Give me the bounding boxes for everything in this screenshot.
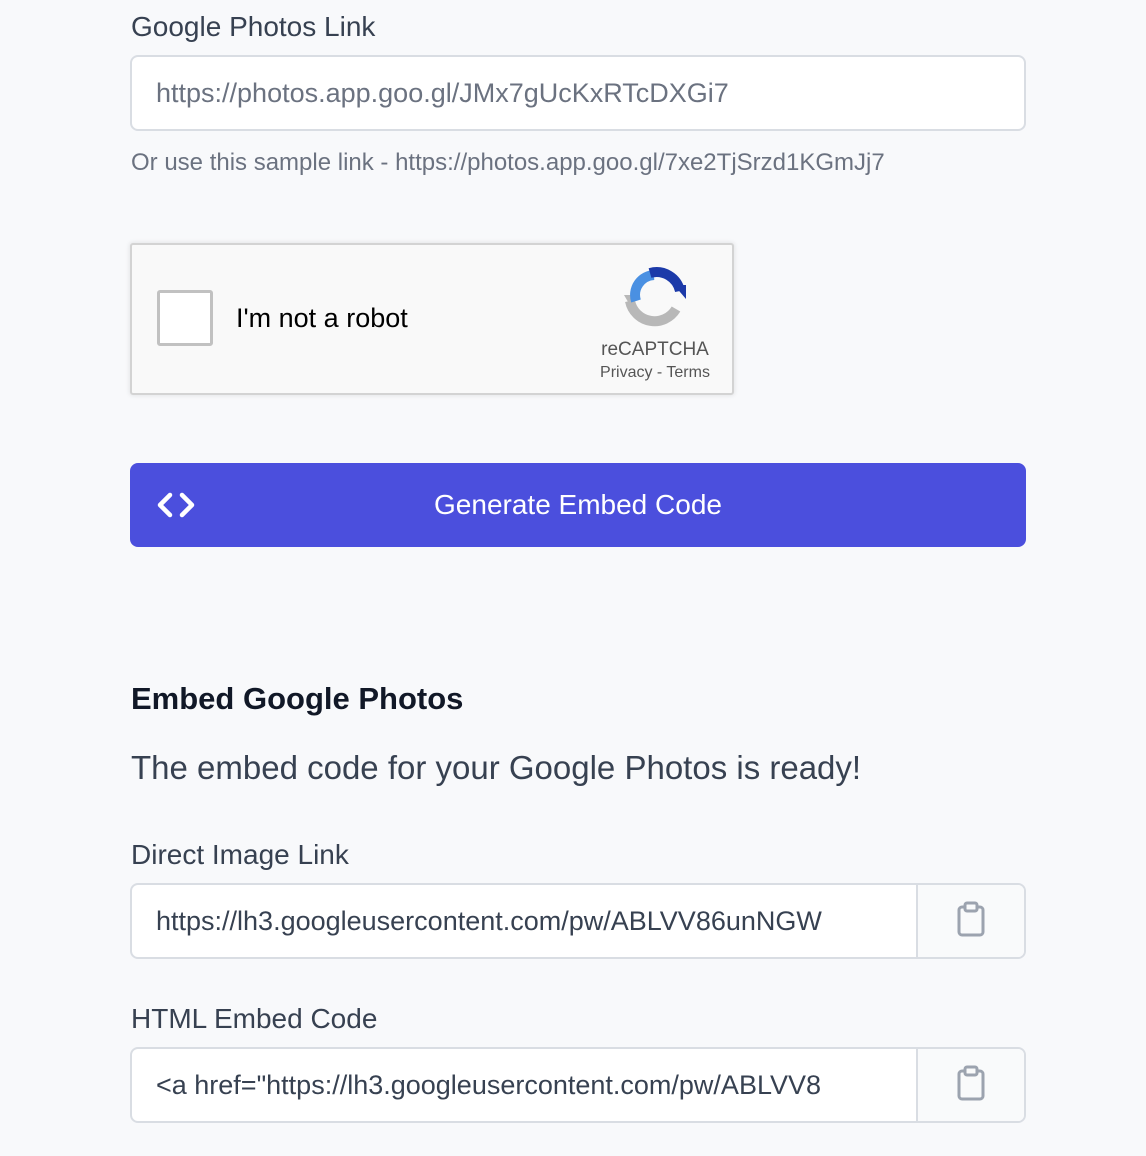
recaptcha-widget: I'm not a robot reCAPTCHA Privacy - Term… (130, 243, 734, 395)
generate-embed-code-label: Generate Embed Code (434, 489, 722, 520)
google-photos-link-label: Google Photos Link (131, 11, 376, 42)
direct-image-link-value: https://lh3.googleusercontent.com/pw/ABL… (156, 905, 822, 936)
recaptcha-terms-link[interactable]: Terms (666, 364, 710, 381)
direct-image-link-input[interactable]: https://lh3.googleusercontent.com/pw/ABL… (132, 885, 916, 957)
clipboard-icon (956, 901, 986, 942)
html-embed-code-value: <a href="https://lh3.googleusercontent.c… (156, 1069, 821, 1100)
html-embed-code-input[interactable]: <a href="https://lh3.googleusercontent.c… (132, 1049, 916, 1121)
recaptcha-label: I'm not a robot (236, 303, 408, 333)
html-embed-code-field: <a href="https://lh3.googleusercontent.c… (130, 1047, 1026, 1123)
copy-html-code-button[interactable] (916, 1049, 1024, 1121)
recaptcha-links-separator: - (652, 364, 667, 381)
direct-image-link-field: https://lh3.googleusercontent.com/pw/ABL… (130, 883, 1026, 959)
direct-image-link-label: Direct Image Link (131, 839, 349, 870)
html-embed-code-label: HTML Embed Code (131, 1003, 378, 1034)
recaptcha-privacy-link[interactable]: Privacy (600, 364, 652, 381)
google-photos-link-input[interactable]: https://photos.app.goo.gl/JMx7gUcKxRTcDX… (130, 55, 1026, 131)
recaptcha-links: Privacy - Terms (580, 364, 730, 382)
recaptcha-logo-icon (624, 265, 686, 329)
recaptcha-brand: reCAPTCHA (601, 339, 709, 360)
recaptcha-checkbox[interactable] (157, 290, 213, 346)
result-ready-text: The embed code for your Google Photos is… (131, 749, 862, 786)
copy-direct-link-button[interactable] (916, 885, 1024, 957)
result-heading: Embed Google Photos (131, 681, 464, 716)
sample-link-hint[interactable]: Or use this sample link - https://photos… (131, 151, 885, 175)
code-icon (156, 489, 196, 521)
google-photos-link-value: https://photos.app.goo.gl/JMx7gUcKxRTcDX… (156, 77, 729, 108)
clipboard-icon (956, 1065, 986, 1106)
generate-embed-code-button[interactable]: Generate Embed Code (130, 463, 1026, 547)
